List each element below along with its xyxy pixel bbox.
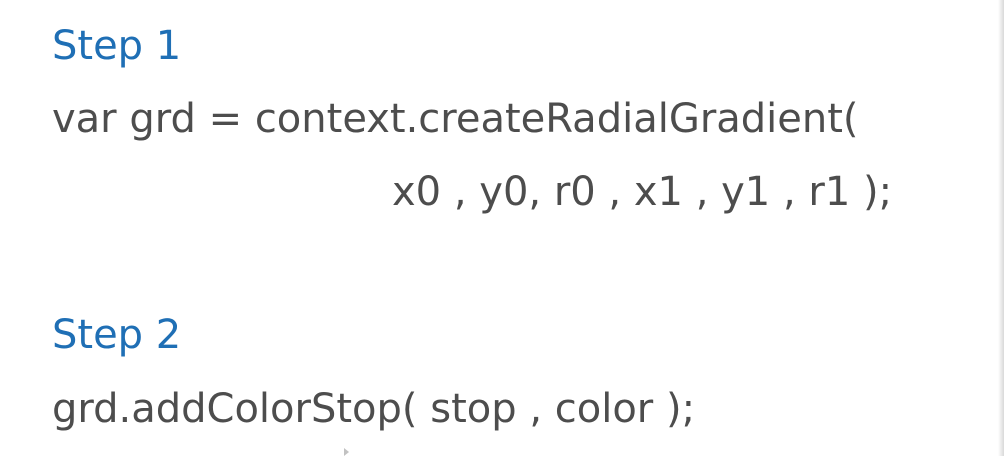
slide-right-edge (998, 0, 1004, 456)
step1-code-line-2: x0 , y0, r0 , x1 , y1 , r1 ); (392, 169, 893, 215)
mouse-cursor-icon (344, 448, 349, 456)
step2-code-line-1: grd.addColorStop( stop , color ); (52, 386, 696, 432)
step1-heading: Step 1 (52, 23, 182, 69)
step1-code-line-1: var grd = context.createRadialGradient( (52, 96, 859, 142)
step2-heading: Step 2 (52, 312, 182, 358)
slide: Step 1 var grd = context.createRadialGra… (0, 0, 1004, 456)
